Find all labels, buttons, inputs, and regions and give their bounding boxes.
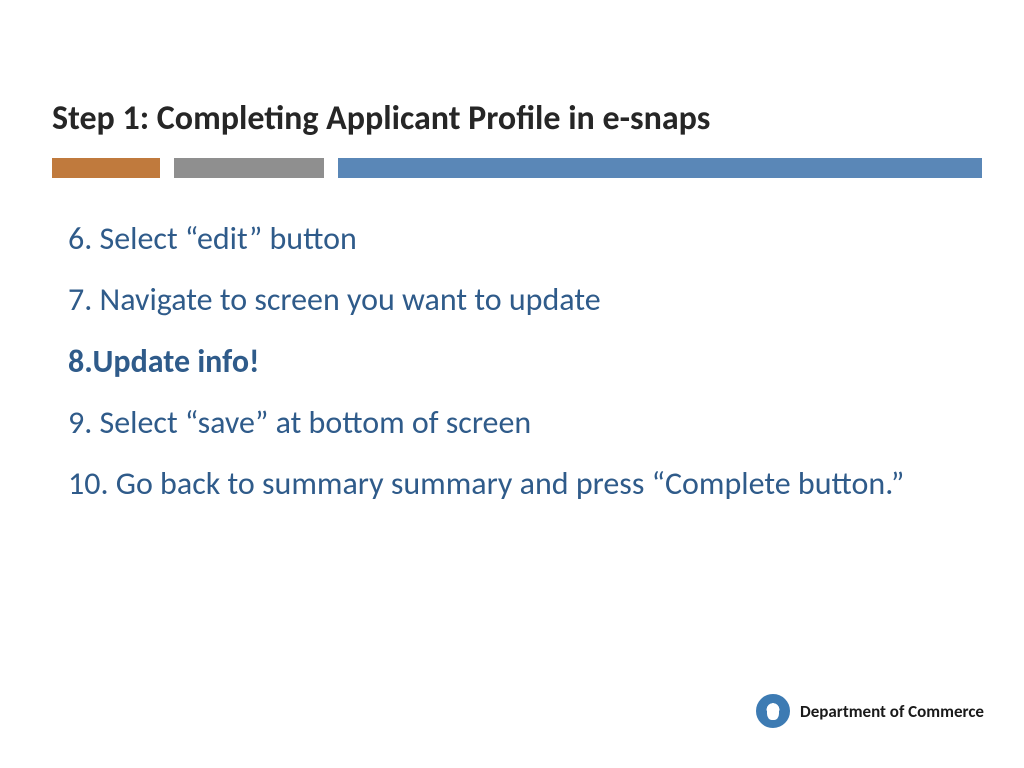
department-name: Department of Commerce <box>800 701 984 722</box>
list-item: 7. Navigate to screen you want to update <box>68 276 964 323</box>
divider-bars <box>52 158 982 178</box>
slide-title: Step 1: Completing Applicant Profile in … <box>52 98 710 139</box>
accent-bar-blue <box>338 158 982 178</box>
list-item: 9. Select “save” at bottom of screen <box>68 399 964 446</box>
footer-logo: Department of Commerce <box>756 694 984 728</box>
accent-bar-gray <box>174 158 324 178</box>
list-item: 8.Update info! <box>68 338 964 385</box>
washington-state-seal-icon <box>756 694 790 728</box>
content-list: 6. Select “edit” button 7. Navigate to s… <box>68 215 964 522</box>
list-item: 6. Select “edit” button <box>68 215 964 262</box>
list-item: 10. Go back to summary summary and press… <box>68 460 964 507</box>
accent-bar-orange <box>52 158 160 178</box>
